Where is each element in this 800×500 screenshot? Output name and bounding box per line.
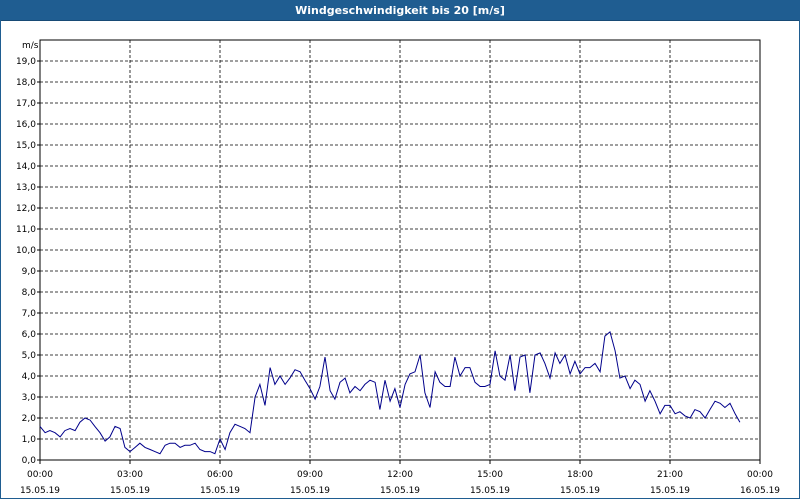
y-tick-label: 11,0 (16, 225, 36, 235)
x-tick-time-label: 00:00 (747, 470, 773, 480)
x-tick-date-label: 16.05.19 (740, 486, 780, 496)
y-tick-label: 16,0 (16, 120, 36, 130)
x-tick-date-label: 15.05.19 (380, 486, 420, 496)
y-tick-label: 8,0 (22, 288, 37, 298)
x-tick-date-label: 15.05.19 (470, 486, 510, 496)
x-tick-time-label: 09:00 (297, 470, 323, 480)
y-tick-label: 18,0 (16, 78, 36, 88)
y-tick-label: 2,0 (22, 414, 37, 424)
y-tick-label: 3,0 (22, 393, 37, 403)
x-tick-time-label: 00:00 (27, 470, 53, 480)
y-tick-label: 17,0 (16, 99, 36, 109)
x-tick-date-label: 15.05.19 (20, 486, 60, 496)
x-tick-time-label: 21:00 (657, 470, 683, 480)
x-tick-date-label: 15.05.19 (110, 486, 150, 496)
y-tick-label: 0,0 (22, 456, 37, 466)
y-tick-label: 14,0 (16, 162, 36, 172)
x-tick-date-label: 15.05.19 (650, 486, 690, 496)
x-tick-date-label: 15.05.19 (200, 486, 240, 496)
x-tick-time-label: 18:00 (567, 470, 593, 480)
x-tick-date-label: 15.05.19 (560, 486, 600, 496)
x-tick-time-label: 12:00 (387, 470, 413, 480)
x-tick-time-label: 06:00 (207, 470, 233, 480)
series-line (39, 331, 741, 455)
x-tick-date-label: 15.05.19 (290, 486, 330, 496)
y-tick-label: 19,0 (16, 57, 36, 67)
x-tick-time-label: 15:00 (477, 470, 503, 480)
y-tick-label: 6,0 (22, 330, 37, 340)
x-tick-time-label: 03:00 (117, 470, 143, 480)
y-tick-label: 13,0 (16, 183, 36, 193)
y-tick-label: 9,0 (22, 267, 37, 277)
y-tick-label: 10,0 (16, 246, 36, 256)
y-tick-label: 4,0 (22, 372, 37, 382)
y-tick-label: 15,0 (16, 141, 36, 151)
line-chart: m/s 0,0 1,0 2,0 3,0 4,0 5,0 6,0 7,0 8,0 9,0 10,0 11… (16, 39, 780, 496)
y-tick-label: 5,0 (22, 351, 37, 361)
y-tick-label: 1,0 (22, 435, 37, 445)
y-tick-label: 12,0 (16, 204, 36, 214)
y-axis-label: m/s (22, 41, 39, 51)
y-tick-label: 7,0 (22, 309, 37, 319)
